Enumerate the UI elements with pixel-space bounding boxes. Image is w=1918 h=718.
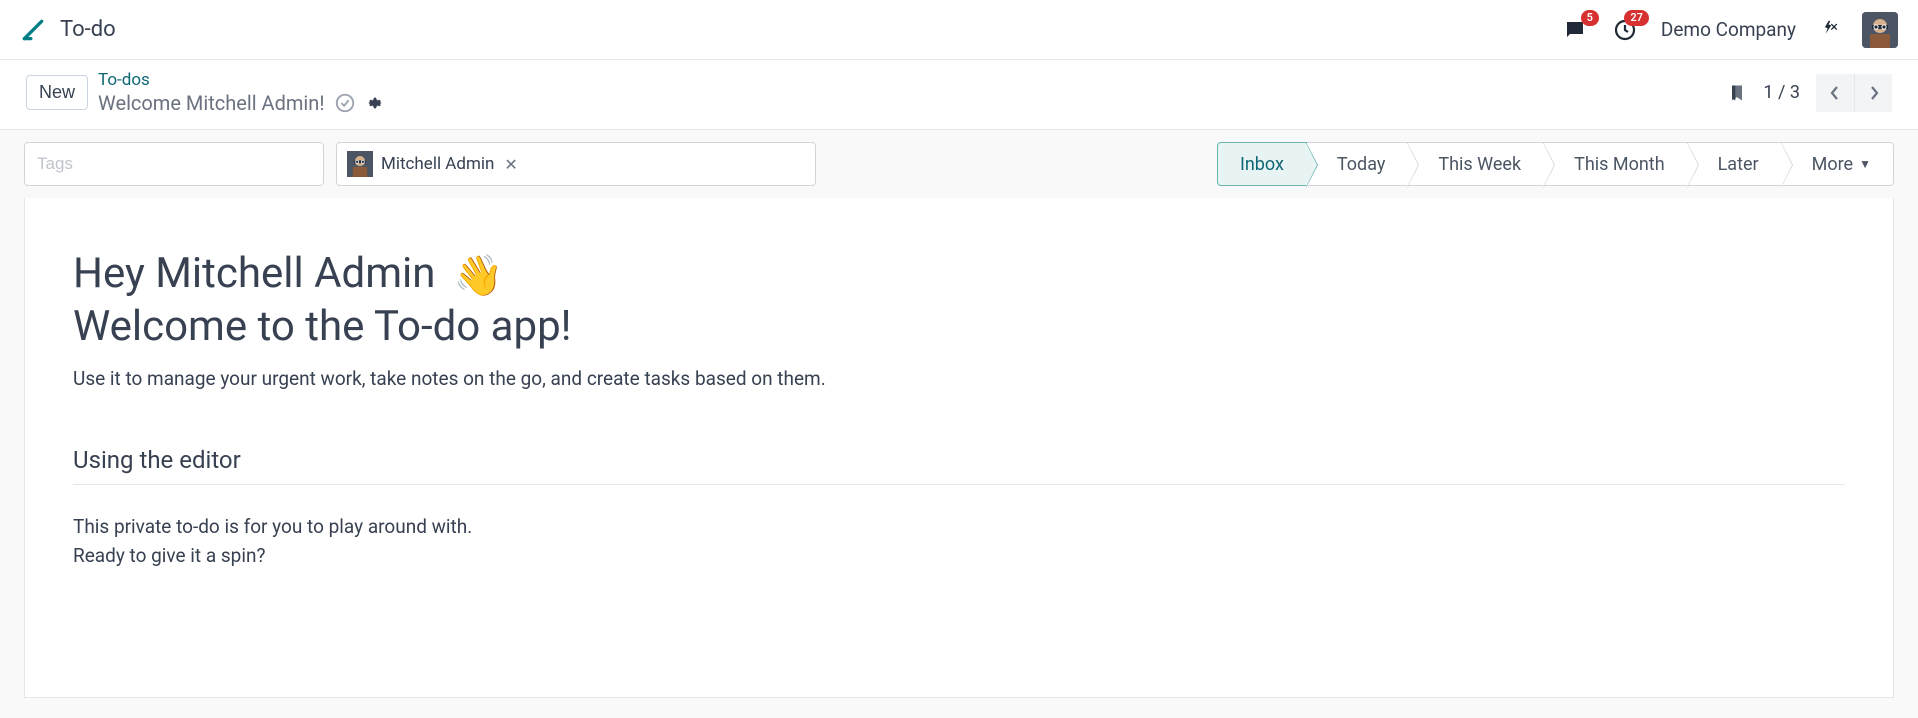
gear-icon[interactable]	[366, 94, 384, 112]
breadcrumb-title: Welcome Mitchell Admin!	[98, 91, 324, 115]
filters-left: Mitchell Admin ✕	[24, 142, 816, 186]
breadcrumb-left: New To-dos Welcome Mitchell Admin!	[26, 70, 384, 114]
top-nav-left: To-do	[20, 17, 116, 43]
body-line2: Ready to give it a spin?	[73, 542, 1845, 571]
wave-emoji-icon: 👋	[454, 252, 504, 299]
stage-label: Inbox	[1240, 154, 1284, 175]
stage-label: This Month	[1574, 154, 1665, 175]
user-avatar[interactable]	[1862, 12, 1898, 48]
activities-button[interactable]: 27	[1611, 16, 1639, 44]
assignee-chip-remove[interactable]: ✕	[504, 155, 517, 174]
breadcrumb-title-row: Welcome Mitchell Admin!	[98, 91, 384, 115]
activities-badge: 27	[1624, 10, 1649, 26]
messages-button[interactable]: 5	[1561, 16, 1589, 44]
top-nav-right: 5 27 Demo Company	[1561, 12, 1898, 48]
filters-row: Mitchell Admin ✕ Inbox Today This Week T…	[0, 130, 1918, 198]
bookmark-icon[interactable]	[1727, 81, 1747, 105]
stage-today[interactable]: Today	[1306, 142, 1408, 186]
breadcrumb-parent-link[interactable]: To-dos	[98, 70, 384, 90]
greeting-line1: Hey Mitchell Admin	[73, 249, 435, 298]
greeting-line2: Welcome to the To-do app!	[73, 301, 1845, 354]
section-heading: Using the editor	[73, 446, 1845, 485]
stage-this-week[interactable]: This Week	[1407, 142, 1544, 186]
assignee-chip: Mitchell Admin ✕	[347, 151, 518, 177]
pager-text[interactable]: 1 / 3	[1763, 82, 1800, 103]
pager-next-button[interactable]	[1854, 74, 1892, 112]
app-logo-icon[interactable]	[20, 17, 46, 43]
messages-badge: 5	[1581, 10, 1599, 26]
stage-this-month[interactable]: This Month	[1543, 142, 1688, 186]
stage-later[interactable]: Later	[1687, 142, 1782, 186]
debug-icon[interactable]	[1818, 19, 1840, 41]
pager-prev-button[interactable]	[1816, 74, 1854, 112]
app-title[interactable]: To-do	[60, 17, 116, 42]
breadcrumb: To-dos Welcome Mitchell Admin!	[98, 70, 384, 114]
tags-input[interactable]	[24, 142, 324, 186]
stage-label: This Week	[1438, 154, 1521, 175]
body-line1: This private to-do is for you to play ar…	[73, 513, 1845, 542]
chevron-down-icon: ▼	[1859, 157, 1871, 171]
stage-label: More	[1812, 154, 1853, 175]
new-button[interactable]: New	[26, 75, 88, 110]
greeting-heading: Hey Mitchell Admin 👋	[73, 248, 1845, 301]
stage-label: Later	[1718, 154, 1759, 175]
stage-label: Today	[1337, 154, 1385, 175]
assignee-avatar	[347, 151, 373, 177]
stage-bar: Inbox Today This Week This Month Later M…	[1218, 142, 1894, 186]
company-switcher[interactable]: Demo Company	[1661, 18, 1796, 41]
stage-more[interactable]: More ▼	[1781, 142, 1894, 186]
assignees-field[interactable]: Mitchell Admin ✕	[336, 142, 816, 186]
body-text[interactable]: This private to-do is for you to play ar…	[73, 513, 1845, 570]
breadcrumb-bar: New To-dos Welcome Mitchell Admin!	[0, 60, 1918, 130]
done-toggle-icon[interactable]	[334, 92, 356, 114]
breadcrumb-right: 1 / 3	[1727, 74, 1892, 112]
content-card: Hey Mitchell Admin 👋 Welcome to the To-d…	[24, 198, 1894, 698]
intro-text: Use it to manage your urgent work, take …	[73, 367, 1845, 390]
top-nav: To-do 5 27 Demo Company	[0, 0, 1918, 60]
stage-inbox[interactable]: Inbox	[1217, 142, 1307, 186]
pager-buttons	[1816, 74, 1892, 112]
assignee-chip-name: Mitchell Admin	[381, 154, 494, 174]
